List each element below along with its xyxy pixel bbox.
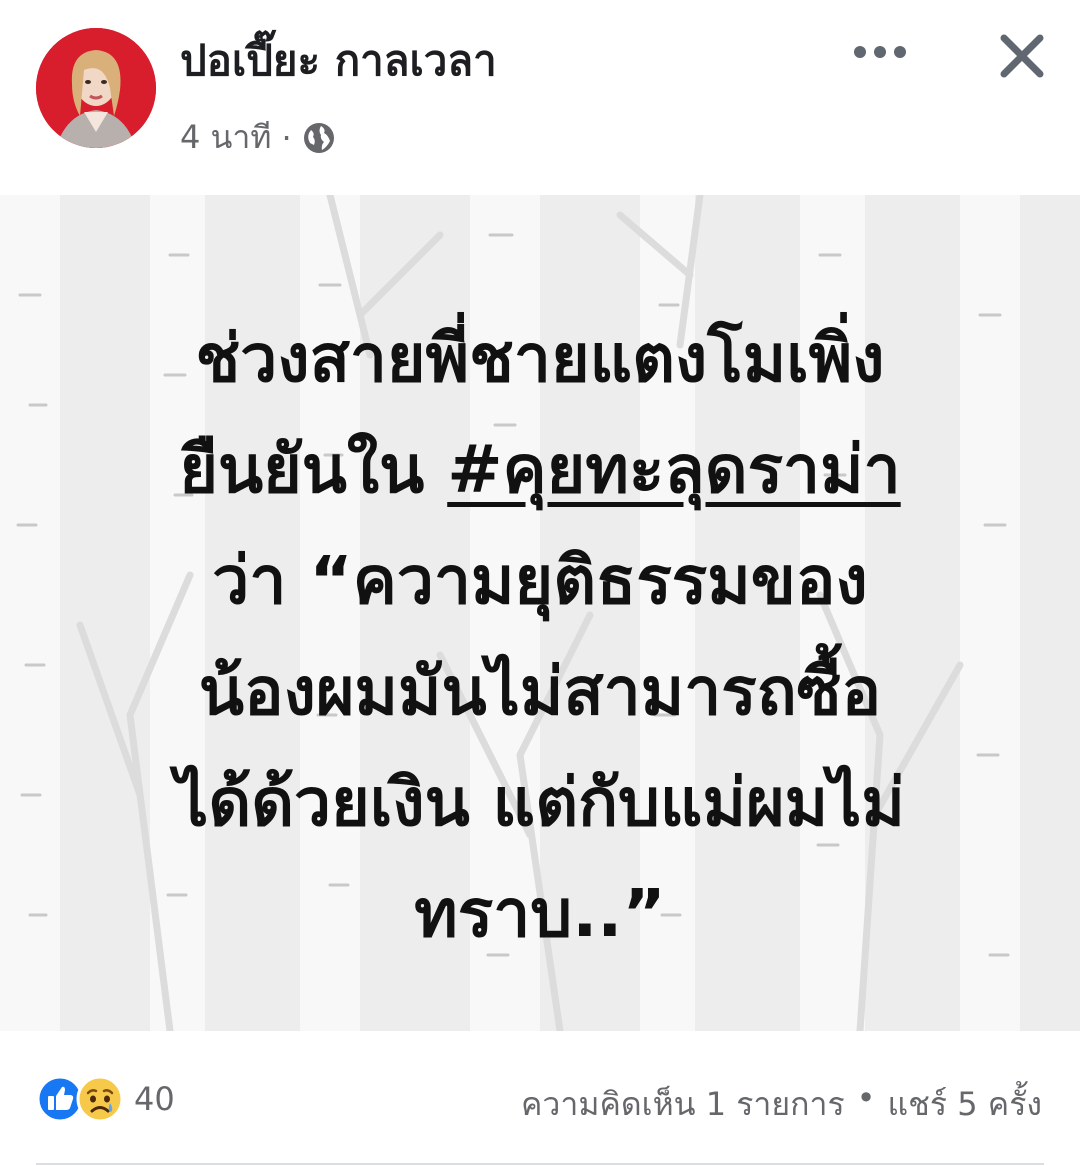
hashtag-link: #คุยทะลุดราม่า <box>447 431 901 508</box>
reactions-summary[interactable]: 40 <box>36 1075 175 1123</box>
post-footer: 40 ความคิดเห็น 1 รายการ • แชร์ 5 ครั้ง <box>0 1031 1080 1166</box>
quote-line-2: ยืนยันใน #คุยทะลุดราม่า <box>0 414 1080 525</box>
more-options-button[interactable] <box>848 30 912 74</box>
avatar-image <box>36 28 156 148</box>
shares-count-link[interactable]: แชร์ 5 ครั้ง <box>888 1079 1042 1130</box>
meta-separator: · <box>281 118 292 157</box>
author-avatar[interactable] <box>36 28 156 148</box>
author-name[interactable]: ปอเปี๊ยะ กาลเวลา <box>180 36 497 86</box>
quote-line-1: ช่วงสายพี่ชายแตงโมเพิ่ง <box>195 320 885 397</box>
quote-line-4: น้องผมมันไม่สามารถซื้อ <box>198 653 882 730</box>
globe-icon <box>303 122 334 153</box>
stats-bullet: • <box>856 1079 876 1117</box>
quote-line-3: ว่า “ความยุติธรรมของ <box>212 542 868 619</box>
post-header: ปอเปี๊ยะ กาลเวลา 4 นาที · <box>0 0 1080 195</box>
engagement-stats: ความคิดเห็น 1 รายการ • แชร์ 5 ครั้ง <box>521 1079 1042 1130</box>
quote-line-6: ทราบ..” <box>414 875 666 952</box>
quote-line-5: ได้ด้วยเงิน แต่กับแม่ผมไม่ <box>175 764 905 841</box>
reaction-count: 40 <box>134 1080 175 1118</box>
quote-text: ช่วงสายพี่ชายแตงโมเพิ่ง ยืนยันใน #คุยทะล… <box>0 303 1080 969</box>
post-image[interactable]: ช่วงสายพี่ชายแตงโมเพิ่ง ยืนยันใน #คุยทะล… <box>0 195 1080 1031</box>
footer-divider <box>36 1163 1044 1165</box>
post-timestamp[interactable]: 4 นาที <box>180 112 271 163</box>
sad-icon <box>76 1075 124 1123</box>
close-icon <box>1000 34 1044 78</box>
more-horizontal-icon <box>854 46 906 58</box>
post-meta: 4 นาที · <box>180 112 336 163</box>
close-button[interactable] <box>990 24 1054 88</box>
comments-count-link[interactable]: ความคิดเห็น 1 รายการ <box>521 1079 845 1130</box>
quote-line-2-prefix: ยืนยันใน <box>179 431 448 508</box>
